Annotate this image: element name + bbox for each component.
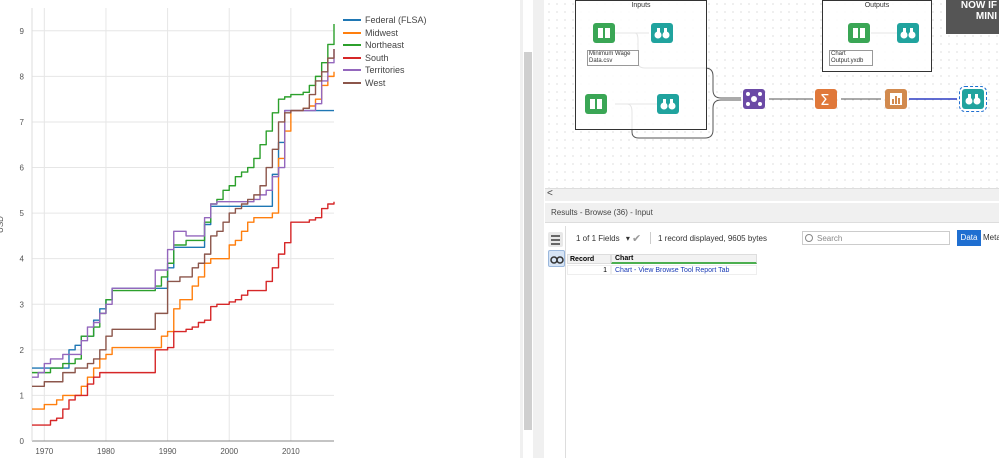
binoculars-icon	[654, 28, 670, 39]
svg-text:Σ: Σ	[820, 91, 829, 109]
legend-label: West	[365, 77, 386, 88]
tab-metadata[interactable]: Meta	[983, 230, 999, 246]
legend-swatch	[343, 69, 361, 72]
container-title-inputs: Inputs	[631, 2, 651, 9]
series-line-west	[32, 49, 335, 388]
cell-record: 1	[567, 265, 611, 275]
output-file-label: Chart Output.yxdb	[829, 50, 873, 66]
output-data-tool[interactable]	[848, 23, 870, 43]
cell-chart[interactable]: Chart - View Browse Tool Report Tab	[611, 265, 757, 275]
binoculars-icon	[965, 94, 981, 105]
results-side-toolbar	[545, 226, 566, 458]
legend-swatch	[343, 19, 361, 22]
summarize-tool[interactable]: Σ	[815, 89, 837, 109]
tab-data[interactable]: Data	[957, 230, 981, 246]
workflow-canvas[interactable]: Inputs Outputs Minimum Wage Data.csv Σ C…	[545, 0, 999, 188]
binoculars-icon	[900, 28, 916, 39]
browse-tool-1[interactable]	[651, 23, 673, 43]
legend-item[interactable]: Federal (FLSA)	[343, 14, 427, 27]
horizontal-scrollbar[interactable]: <	[545, 188, 999, 201]
legend-item[interactable]: Northeast	[343, 39, 427, 52]
series-line-south	[32, 201, 335, 426]
fields-selector[interactable]: 1 of 1 Fields ▾	[576, 234, 630, 243]
legend-label: Midwest	[365, 27, 399, 38]
book-icon	[598, 28, 610, 38]
x-tick-label: 1970	[35, 447, 53, 456]
y-tick-label: 4	[20, 255, 25, 264]
binoculars-icon	[660, 99, 676, 110]
column-header-chart[interactable]: Chart	[611, 254, 757, 264]
legend-item[interactable]: Territories	[343, 64, 427, 77]
apply-check-icon[interactable]: ✔	[632, 232, 641, 245]
legend-label: Federal (FLSA)	[365, 15, 427, 26]
y-axis-label: USD	[0, 216, 5, 233]
input-file-label: Minimum Wage Data.csv	[587, 50, 639, 66]
y-tick-label: 2	[20, 346, 25, 355]
record-info: 1 record displayed, 9605 bytes	[658, 234, 767, 243]
search-placeholder: Search	[817, 234, 843, 243]
book-icon	[853, 28, 865, 38]
report-chart-icon	[890, 93, 902, 105]
container-title-outputs: Outputs	[864, 2, 890, 9]
y-tick-label: 6	[20, 164, 25, 173]
dropdown-arrow-icon: ▾	[625, 234, 630, 243]
x-tick-label: 1980	[97, 447, 115, 456]
chart-pane: 0 1 2 3 4 5 6 7 8 9 1970 1980 1990 2000 2010 USD Federa…	[0, 0, 520, 458]
scroll-left-icon[interactable]: <	[547, 188, 553, 199]
results-window-title: Results - Browse (36) - Input	[545, 203, 999, 223]
legend-swatch	[343, 31, 361, 34]
chart-legend: Federal (FLSA) Midwest Northeast South Terri…	[343, 14, 427, 89]
y-tick-label: 1	[20, 391, 25, 400]
legend-label: Northeast	[365, 40, 405, 51]
y-tick-label: 7	[20, 118, 25, 127]
y-tick-label: 9	[20, 27, 25, 36]
column-header-record[interactable]: Record	[567, 254, 611, 264]
line-chart: 0 1 2 3 4 5 6 7 8 9 1970 1980 1990 2000 2010 USD	[0, 8, 335, 456]
y-tick-label: 5	[20, 209, 25, 218]
legend-swatch	[343, 44, 361, 47]
browse-tool-output[interactable]	[897, 23, 919, 43]
toolbar-separator	[650, 232, 651, 244]
legend-swatch	[343, 81, 361, 84]
sigma-icon: Σ	[820, 91, 829, 109]
y-tick-label: 0	[20, 437, 25, 446]
legend-swatch	[343, 56, 361, 59]
legend-label: Territories	[365, 65, 405, 76]
legend-item[interactable]: South	[343, 52, 427, 65]
chart-tool[interactable]	[885, 89, 907, 109]
series-line-federal-flsa	[32, 109, 334, 369]
search-icon	[805, 234, 813, 242]
join-icon	[746, 92, 762, 106]
browse-tool-selected[interactable]	[959, 86, 987, 112]
scrollbar-thumb[interactable]	[524, 52, 532, 430]
browse-tool-2[interactable]	[657, 94, 679, 114]
binoculars-icon[interactable]	[548, 250, 565, 267]
input-data-tool[interactable]	[593, 23, 615, 43]
x-tick-label: 1990	[159, 447, 177, 456]
text-input-tool[interactable]	[585, 94, 607, 114]
legend-label: South	[365, 52, 389, 63]
legend-item[interactable]: West	[343, 77, 427, 90]
x-tick-label: 2010	[282, 447, 300, 456]
fields-label: 1 of 1 Fields	[576, 234, 620, 243]
meme-image: NOW IF MINI	[946, 0, 999, 34]
x-tick-label: 2000	[220, 447, 238, 456]
table-view-icon[interactable]	[548, 232, 563, 247]
y-tick-label: 3	[20, 300, 25, 309]
join-tool[interactable]	[743, 89, 765, 109]
y-tick-label: 8	[20, 72, 25, 81]
legend-item[interactable]: Midwest	[343, 27, 427, 40]
book-icon	[590, 99, 602, 109]
search-input[interactable]: Search	[802, 231, 950, 245]
